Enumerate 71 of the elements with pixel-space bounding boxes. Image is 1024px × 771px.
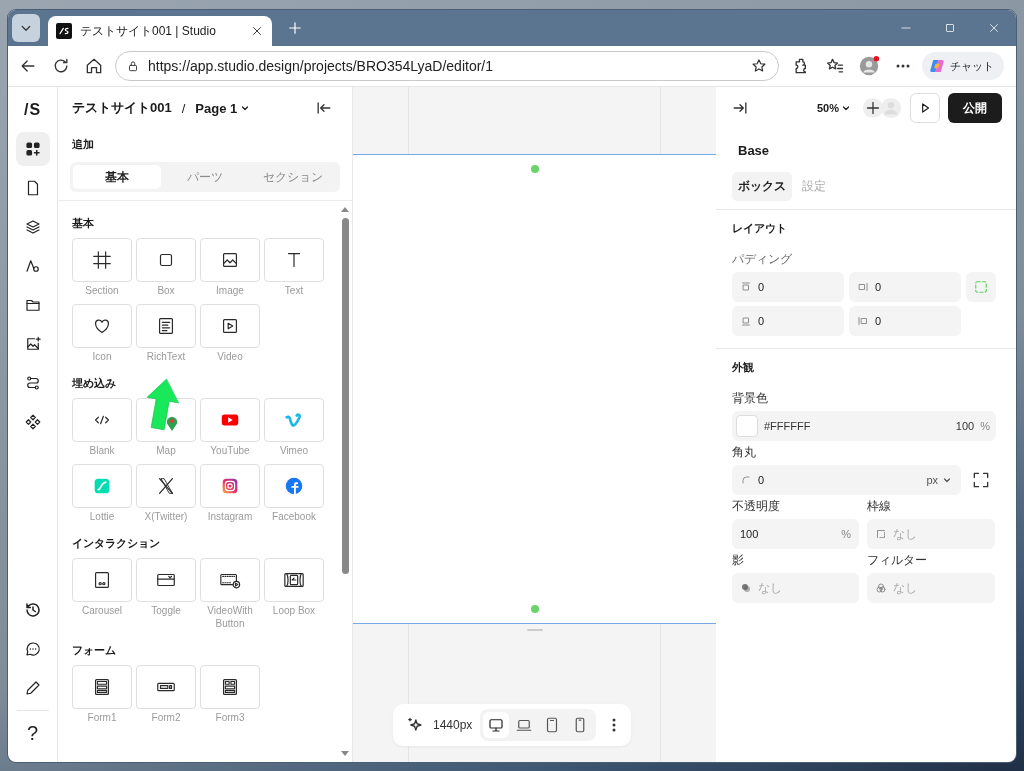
tab[interactable]: ボックス: [732, 172, 792, 201]
copilot-button[interactable]: チャット: [922, 52, 1004, 80]
tile-label: Video: [216, 350, 244, 364]
field-label: 枠線: [867, 498, 892, 515]
tile-label: Blank: [88, 444, 116, 458]
field-label: 背景色: [732, 390, 769, 407]
zoom-selector[interactable]: 50%: [816, 102, 852, 114]
section-heading: レイアウト: [732, 221, 788, 236]
padding-field[interactable]: 0: [732, 272, 844, 302]
tab[interactable]: 基本: [73, 165, 161, 189]
section-heading: 外観: [732, 360, 755, 375]
element-name: Base: [737, 142, 771, 160]
field-label: 角丸: [732, 444, 757, 461]
page-selector[interactable]: Page 1: [195, 100, 252, 116]
publish-button[interactable]: 公開: [948, 93, 1002, 123]
field-value: 100: [740, 528, 759, 540]
shadow-field[interactable]: なし: [732, 573, 859, 603]
padding-field[interactable]: 0: [732, 306, 844, 336]
tile-label: X(Twitter): [143, 510, 189, 524]
unit-selector[interactable]: px: [926, 474, 953, 486]
site-name[interactable]: テストサイト001: [72, 99, 172, 117]
tile-label: Carousel: [81, 604, 123, 618]
help-button[interactable]: ?: [15, 716, 50, 750]
border-field[interactable]: なし: [867, 519, 995, 549]
opacity-value: 100: [955, 420, 975, 432]
tile-label: Vimeo: [278, 444, 310, 458]
tile-label: VideoWith Button: [206, 604, 254, 631]
tile-label: Form3: [214, 711, 246, 725]
url-text: https://app.studio.design/projects/BRO354LyaD/editor/1: [148, 58, 495, 74]
browser-tab[interactable]: テストサイト001 | Studio: [48, 16, 272, 46]
unit-label: %: [841, 528, 851, 540]
field-label: フィルター: [867, 552, 928, 569]
shadow-input[interactable]: なし: [758, 581, 838, 595]
padding-field[interactable]: 0: [849, 272, 961, 302]
field-label: 不透明度: [732, 498, 781, 515]
canvas-width[interactable]: 1440px: [433, 718, 473, 732]
tile-label: YouTube: [209, 444, 251, 458]
tile-label: Form1: [86, 711, 118, 725]
tile-label: Map: [155, 444, 177, 458]
tile-label: Form2: [150, 711, 182, 725]
color-value: #FFFFFF: [764, 420, 811, 432]
breadcrumb-separator: /: [181, 100, 186, 116]
filter-input[interactable]: なし: [893, 581, 973, 595]
tile-label: Instagram: [206, 510, 254, 524]
tile-label: Text: [283, 284, 305, 298]
filter-field[interactable]: なし: [867, 573, 995, 603]
panel-heading: 追加: [71, 137, 95, 152]
unit-label: %: [980, 420, 990, 432]
tile-label: Lottie: [88, 510, 116, 524]
corner-radius-field[interactable]: 0 px: [732, 465, 961, 495]
group-title: 基本: [72, 216, 95, 231]
tile-label: Icon: [91, 350, 113, 364]
opacity-field[interactable]: 100 %: [732, 519, 859, 549]
border-input[interactable]: なし: [893, 527, 973, 541]
tab-title: テストサイト001 | Studio: [80, 22, 217, 40]
tile-label: Toggle: [150, 604, 182, 618]
tile-label: Facebook: [271, 510, 317, 524]
field-label: 影: [732, 552, 745, 569]
padding-field[interactable]: 0: [849, 306, 961, 336]
tile-label: Box: [156, 284, 176, 298]
tile-label: Section: [84, 284, 120, 298]
group-title: 埋め込み: [72, 376, 117, 391]
app-logo[interactable]: /S: [23, 97, 42, 123]
radius-value: 0: [758, 474, 765, 486]
tile-label: Image: [215, 284, 245, 298]
background-color-field[interactable]: #FFFFFF 100 %: [732, 411, 996, 441]
group-title: インタラクション: [72, 536, 161, 551]
tile-label: RichText: [145, 350, 187, 364]
group-title: フォーム: [72, 643, 117, 658]
tile-label: Loop Box: [271, 604, 317, 618]
field-label: パディング: [732, 251, 793, 268]
